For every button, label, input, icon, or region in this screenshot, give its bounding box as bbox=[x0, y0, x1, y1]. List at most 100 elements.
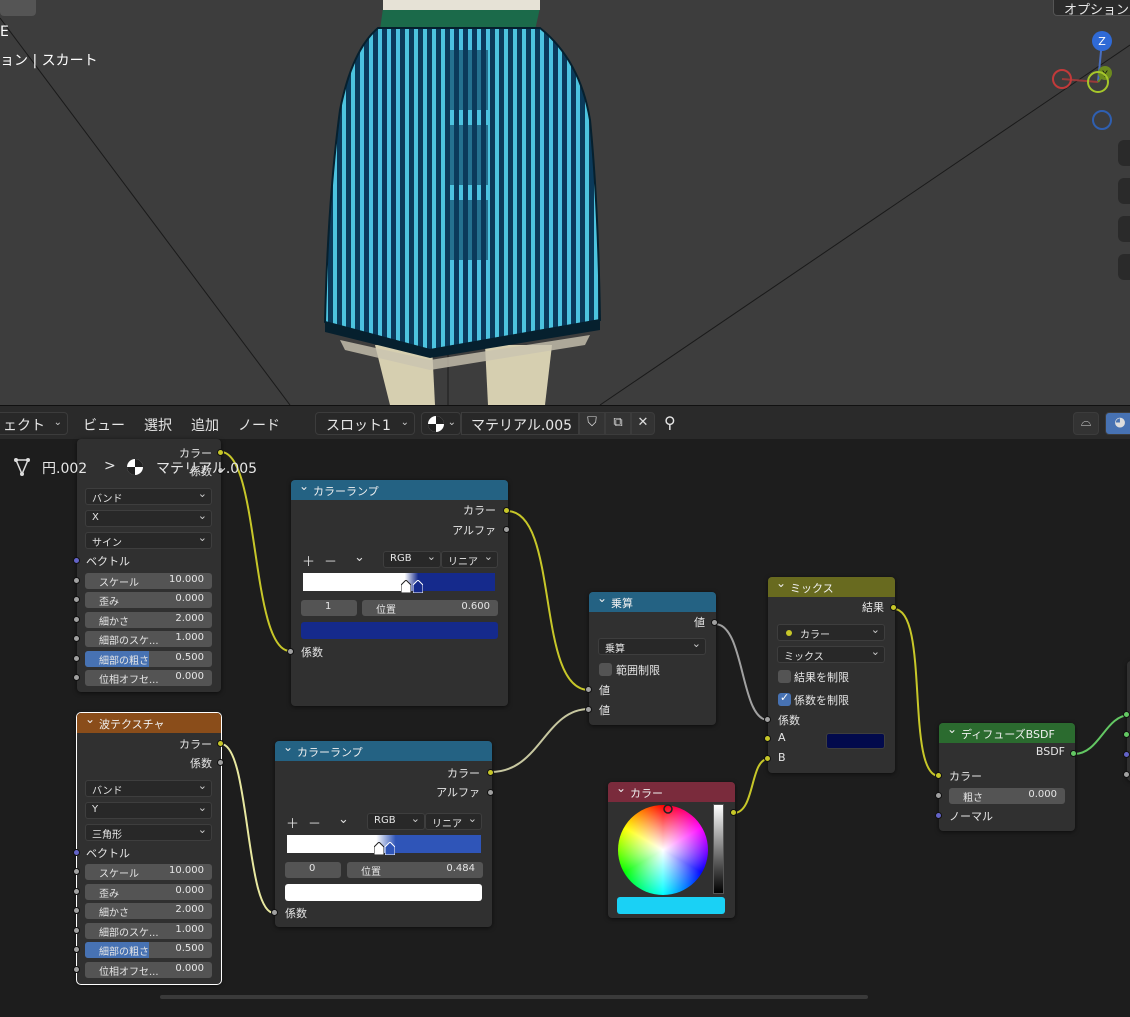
camera-tool[interactable] bbox=[1118, 216, 1130, 242]
ramp-stop-blue[interactable] bbox=[385, 842, 395, 855]
clamp-checkbox[interactable] bbox=[599, 663, 612, 676]
material-browse-button[interactable]: ⌄ bbox=[421, 412, 461, 435]
input-detail-scale-socket[interactable] bbox=[73, 927, 80, 934]
color-mode-select[interactable]: RGB bbox=[383, 550, 441, 568]
input-roughness-socket[interactable] bbox=[935, 792, 942, 799]
node-canvas[interactable]: カラー 係数 バンド X サイン ベクトル スケール10.000 歪み0.000… bbox=[0, 439, 1130, 1017]
roughness-field[interactable]: 粗さ 0.000 bbox=[949, 788, 1065, 804]
input-value-2-socket[interactable] bbox=[585, 706, 592, 713]
stop-color-swatch[interactable] bbox=[285, 884, 482, 901]
interpolation-select[interactable]: リニア bbox=[441, 550, 498, 568]
horizontal-scrollbar[interactable] bbox=[160, 995, 868, 999]
fake-user-shield-icon[interactable]: ⛉ bbox=[579, 412, 605, 435]
slot-select[interactable]: スロット1 ⌄ bbox=[315, 412, 415, 435]
input-thickness-socket[interactable] bbox=[1123, 771, 1130, 778]
viewport-overlay-toggle[interactable] bbox=[0, 0, 36, 16]
detail-field[interactable]: 細かさ 2.000 bbox=[85, 612, 212, 628]
snap-icon[interactable]: ⌓ bbox=[1073, 412, 1099, 435]
input-volume-socket[interactable] bbox=[1123, 731, 1130, 738]
overlay-toggle-icon[interactable]: ◕ bbox=[1105, 412, 1130, 435]
3d-viewport[interactable]: E ョン | スカート オプション Z Y bbox=[0, 0, 1130, 405]
node-header[interactable]: ミックス bbox=[768, 576, 895, 597]
wave-type-select[interactable]: バンド bbox=[85, 487, 212, 505]
pan-tool[interactable] bbox=[1118, 178, 1130, 204]
input-distortion-socket[interactable] bbox=[73, 596, 80, 603]
input-detail-roughness-socket[interactable] bbox=[73, 655, 80, 662]
input-scale-socket[interactable] bbox=[73, 577, 80, 584]
menu-node[interactable]: ノード bbox=[238, 415, 280, 435]
add-stop-button[interactable]: ＋ bbox=[302, 551, 315, 570]
color-ramp-node-top[interactable]: カラーランプ カラー アルファ ＋ － ⌄ RGB リニア 1 位置0.600 … bbox=[287, 479, 510, 706]
remove-stop-button[interactable]: － bbox=[324, 551, 337, 570]
ramp-menu-button[interactable]: ⌄ bbox=[338, 812, 349, 827]
output-color-socket[interactable] bbox=[487, 769, 494, 776]
detail-roughness-field[interactable]: 細部の粗さ 0.500 bbox=[85, 651, 212, 667]
output-result-socket[interactable] bbox=[890, 604, 897, 611]
phase-offset-field[interactable]: 位相オフセ... 0.000 bbox=[85, 962, 212, 978]
ramp-menu-button[interactable]: ⌄ bbox=[354, 550, 365, 565]
node-header[interactable]: カラー bbox=[608, 781, 735, 802]
input-detail-scale-socket[interactable] bbox=[73, 635, 80, 642]
profile-select[interactable]: サイン bbox=[85, 531, 212, 549]
input-displacement-socket[interactable] bbox=[1123, 751, 1130, 758]
detail-field[interactable]: 細かさ 2.000 bbox=[85, 903, 212, 919]
blend-mode-select[interactable]: ミックス bbox=[777, 645, 885, 663]
color-ramp-bar[interactable] bbox=[303, 573, 495, 591]
distortion-field[interactable]: 歪み 0.000 bbox=[85, 884, 212, 900]
distortion-field[interactable]: 歪み 0.000 bbox=[85, 592, 212, 608]
ramp-stop-blue[interactable] bbox=[413, 580, 423, 593]
object-mode-select[interactable]: ェクト ⌄ bbox=[0, 412, 68, 435]
stop-color-swatch[interactable] bbox=[301, 622, 498, 639]
scale-field[interactable]: スケール 10.000 bbox=[85, 864, 212, 880]
input-b-socket[interactable] bbox=[764, 755, 771, 762]
direction-select[interactable]: Y bbox=[85, 801, 212, 819]
navigation-gizmo[interactable]: Z Y bbox=[1045, 25, 1130, 135]
interpolation-select[interactable]: リニア bbox=[425, 812, 482, 830]
output-color-socket[interactable] bbox=[730, 809, 737, 816]
input-a-color-swatch[interactable] bbox=[826, 733, 885, 749]
input-vector-socket[interactable] bbox=[73, 557, 80, 564]
clamp-result-checkbox[interactable] bbox=[778, 670, 791, 683]
perspective-tool[interactable] bbox=[1118, 254, 1130, 280]
input-scale-socket[interactable] bbox=[73, 868, 80, 875]
color-wheel[interactable] bbox=[617, 804, 709, 896]
stop-position-field[interactable]: 位置 0.600 bbox=[362, 600, 498, 616]
output-color-socket[interactable] bbox=[217, 449, 224, 456]
remove-stop-button[interactable]: － bbox=[308, 813, 321, 832]
pin-icon[interactable]: ⚲ bbox=[664, 413, 676, 432]
stop-index-field[interactable]: 0 bbox=[285, 862, 341, 878]
color-ramp-bar[interactable] bbox=[287, 835, 481, 853]
input-normal-socket[interactable] bbox=[935, 812, 942, 819]
node-header[interactable]: 波テクスチャ bbox=[77, 712, 221, 733]
unlink-material-icon[interactable]: ✕ bbox=[631, 412, 655, 435]
output-alpha-socket[interactable] bbox=[487, 789, 494, 796]
color-mode-select[interactable]: RGB bbox=[367, 812, 425, 830]
input-a-socket[interactable] bbox=[764, 735, 771, 742]
input-fac-socket[interactable] bbox=[271, 909, 278, 916]
phase-offset-field[interactable]: 位相オフセ... 0.000 bbox=[85, 670, 212, 686]
color-ramp-node-bottom[interactable]: カラーランプ カラー アルファ ＋ － ⌄ RGB リニア 0 位置0.484 … bbox=[271, 740, 494, 927]
data-type-select[interactable]: カラー bbox=[777, 623, 885, 641]
input-vector-socket[interactable] bbox=[73, 849, 80, 856]
input-fac-socket[interactable] bbox=[287, 648, 294, 655]
output-value-socket[interactable] bbox=[711, 619, 718, 626]
material-name-field[interactable]: マテリアル.005 bbox=[461, 412, 579, 435]
output-alpha-socket[interactable] bbox=[503, 526, 510, 533]
stop-index-field[interactable]: 1 bbox=[301, 600, 357, 616]
menu-view[interactable]: ビュー bbox=[83, 415, 125, 435]
direction-select[interactable]: X bbox=[85, 509, 212, 527]
input-detail-roughness-socket[interactable] bbox=[73, 946, 80, 953]
input-phase-offset-socket[interactable] bbox=[73, 674, 80, 681]
rgb-color-node[interactable]: カラー bbox=[608, 781, 737, 918]
input-detail-socket[interactable] bbox=[73, 907, 80, 914]
gizmo-neg-z-axis[interactable] bbox=[1092, 110, 1112, 130]
output-color-socket[interactable] bbox=[503, 507, 510, 514]
node-header[interactable]: 乗算 bbox=[589, 591, 716, 612]
node-header[interactable]: ディフューズBSDF bbox=[939, 722, 1075, 743]
options-button[interactable]: オプション bbox=[1053, 0, 1130, 18]
clamp-factor-checkbox[interactable] bbox=[778, 691, 791, 706]
zoom-tool[interactable] bbox=[1118, 140, 1130, 166]
mix-node[interactable]: ミックス 結果 カラー ミックス 結果を制限 係数を制限 係数 A B bbox=[764, 576, 897, 773]
color-swatch[interactable] bbox=[617, 897, 725, 914]
input-fac-socket[interactable] bbox=[764, 716, 771, 723]
